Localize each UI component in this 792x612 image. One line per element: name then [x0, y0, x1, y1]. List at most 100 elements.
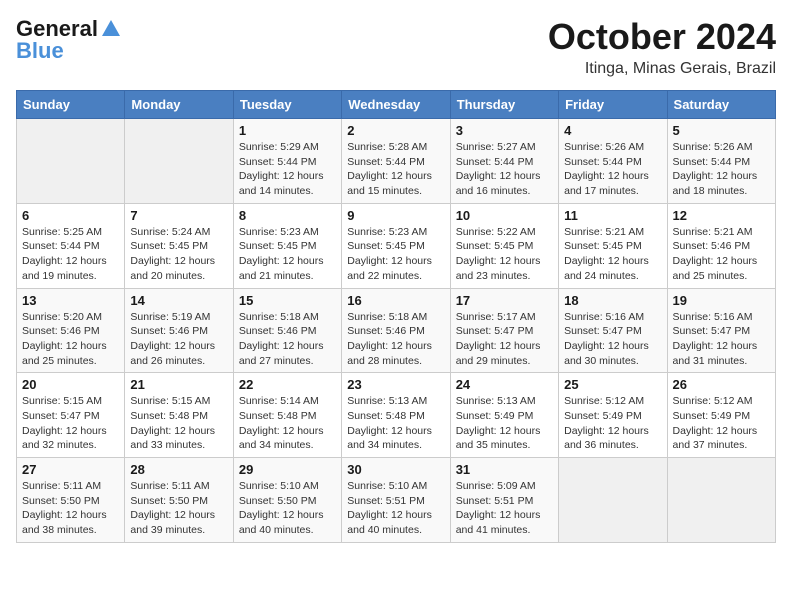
calendar-week-1: 1 Sunrise: 5:29 AMSunset: 5:44 PMDaylight…: [17, 119, 776, 204]
calendar-cell: 13 Sunrise: 5:20 AMSunset: 5:46 PMDayligh…: [17, 288, 125, 373]
logo: General Blue: [16, 16, 122, 64]
day-info: Sunrise: 5:18 AMSunset: 5:46 PMDaylight:…: [239, 310, 336, 369]
day-info: Sunrise: 5:15 AMSunset: 5:48 PMDaylight:…: [130, 394, 227, 453]
day-info: Sunrise: 5:10 AMSunset: 5:51 PMDaylight:…: [347, 479, 444, 538]
day-info: Sunrise: 5:10 AMSunset: 5:50 PMDaylight:…: [239, 479, 336, 538]
day-info: Sunrise: 5:12 AMSunset: 5:49 PMDaylight:…: [564, 394, 661, 453]
day-number: 9: [347, 208, 444, 223]
day-info: Sunrise: 5:09 AMSunset: 5:51 PMDaylight:…: [456, 479, 553, 538]
day-info: Sunrise: 5:26 AMSunset: 5:44 PMDaylight:…: [673, 140, 770, 199]
location: Itinga, Minas Gerais, Brazil: [548, 60, 776, 78]
calendar-cell: 15 Sunrise: 5:18 AMSunset: 5:46 PMDayligh…: [233, 288, 341, 373]
calendar-cell: 17 Sunrise: 5:17 AMSunset: 5:47 PMDayligh…: [450, 288, 558, 373]
day-number: 15: [239, 293, 336, 308]
calendar-week-5: 27Sunrise: 5:11 AMSunset: 5:50 PMDayligh…: [17, 458, 776, 543]
calendar-week-2: 6Sunrise: 5:25 AMSunset: 5:44 PMDaylight…: [17, 203, 776, 288]
day-info: Sunrise: 5:20 AMSunset: 5:46 PMDaylight:…: [22, 310, 119, 369]
weekday-header-wednesday: Wednesday: [342, 91, 450, 119]
calendar-cell: 7 Sunrise: 5:24 AMSunset: 5:45 PMDaylight…: [125, 203, 233, 288]
day-number: 7: [130, 208, 227, 223]
calendar-cell: 12 Sunrise: 5:21 AMSunset: 5:46 PMDayligh…: [667, 203, 775, 288]
calendar-cell: [17, 119, 125, 204]
weekday-header-saturday: Saturday: [667, 91, 775, 119]
calendar-cell: 21Sunrise: 5:15 AMSunset: 5:48 PMDayligh…: [125, 373, 233, 458]
calendar-cell: 5 Sunrise: 5:26 AMSunset: 5:44 PMDaylight…: [667, 119, 775, 204]
logo-blue: Blue: [16, 38, 64, 64]
day-number: 5: [673, 123, 770, 138]
title-block: October 2024 Itinga, Minas Gerais, Brazi…: [548, 16, 776, 78]
day-number: 16: [347, 293, 444, 308]
day-number: 25: [564, 377, 661, 392]
day-info: Sunrise: 5:23 AMSunset: 5:45 PMDaylight:…: [239, 225, 336, 284]
day-number: 8: [239, 208, 336, 223]
day-number: 10: [456, 208, 553, 223]
month-title: October 2024: [548, 16, 776, 58]
page-header: General Blue October 2024 Itinga, Minas …: [16, 16, 776, 78]
day-number: 11: [564, 208, 661, 223]
day-info: Sunrise: 5:22 AMSunset: 5:45 PMDaylight:…: [456, 225, 553, 284]
day-info: Sunrise: 5:29 AMSunset: 5:44 PMDaylight:…: [239, 140, 336, 199]
day-info: Sunrise: 5:19 AMSunset: 5:46 PMDaylight:…: [130, 310, 227, 369]
day-number: 1: [239, 123, 336, 138]
day-info: Sunrise: 5:24 AMSunset: 5:45 PMDaylight:…: [130, 225, 227, 284]
calendar-cell: 14 Sunrise: 5:19 AMSunset: 5:46 PMDayligh…: [125, 288, 233, 373]
day-info: Sunrise: 5:28 AMSunset: 5:44 PMDaylight:…: [347, 140, 444, 199]
day-info: Sunrise: 5:21 AMSunset: 5:46 PMDaylight:…: [673, 225, 770, 284]
calendar-cell: 18 Sunrise: 5:16 AMSunset: 5:47 PMDayligh…: [559, 288, 667, 373]
day-number: 2: [347, 123, 444, 138]
day-number: 23: [347, 377, 444, 392]
day-number: 31: [456, 462, 553, 477]
calendar-week-3: 13 Sunrise: 5:20 AMSunset: 5:46 PMDayligh…: [17, 288, 776, 373]
weekday-header-sunday: Sunday: [17, 91, 125, 119]
calendar-cell: 2 Sunrise: 5:28 AMSunset: 5:44 PMDaylight…: [342, 119, 450, 204]
day-info: Sunrise: 5:14 AMSunset: 5:48 PMDaylight:…: [239, 394, 336, 453]
day-number: 19: [673, 293, 770, 308]
calendar-cell: 28Sunrise: 5:11 AMSunset: 5:50 PMDayligh…: [125, 458, 233, 543]
calendar-cell: 30Sunrise: 5:10 AMSunset: 5:51 PMDayligh…: [342, 458, 450, 543]
calendar-cell: 26 Sunrise: 5:12 AMSunset: 5:49 PMDayligh…: [667, 373, 775, 458]
calendar-cell: 31 Sunrise: 5:09 AMSunset: 5:51 PMDayligh…: [450, 458, 558, 543]
weekday-header-monday: Monday: [125, 91, 233, 119]
day-info: Sunrise: 5:16 AMSunset: 5:47 PMDaylight:…: [564, 310, 661, 369]
day-number: 27: [22, 462, 119, 477]
day-number: 12: [673, 208, 770, 223]
day-number: 17: [456, 293, 553, 308]
day-info: Sunrise: 5:17 AMSunset: 5:47 PMDaylight:…: [456, 310, 553, 369]
calendar-cell: [667, 458, 775, 543]
calendar-cell: 27Sunrise: 5:11 AMSunset: 5:50 PMDayligh…: [17, 458, 125, 543]
day-number: 14: [130, 293, 227, 308]
day-number: 28: [130, 462, 227, 477]
day-number: 22: [239, 377, 336, 392]
day-info: Sunrise: 5:12 AMSunset: 5:49 PMDaylight:…: [673, 394, 770, 453]
calendar-cell: 20Sunrise: 5:15 AMSunset: 5:47 PMDayligh…: [17, 373, 125, 458]
day-number: 29: [239, 462, 336, 477]
calendar-cell: 11 Sunrise: 5:21 AMSunset: 5:45 PMDayligh…: [559, 203, 667, 288]
calendar-cell: 19 Sunrise: 5:16 AMSunset: 5:47 PMDayligh…: [667, 288, 775, 373]
day-info: Sunrise: 5:21 AMSunset: 5:45 PMDaylight:…: [564, 225, 661, 284]
calendar-week-4: 20Sunrise: 5:15 AMSunset: 5:47 PMDayligh…: [17, 373, 776, 458]
calendar-cell: 4 Sunrise: 5:26 AMSunset: 5:44 PMDaylight…: [559, 119, 667, 204]
calendar-cell: [125, 119, 233, 204]
day-info: Sunrise: 5:15 AMSunset: 5:47 PMDaylight:…: [22, 394, 119, 453]
weekday-header-row: SundayMondayTuesdayWednesdayThursdayFrid…: [17, 91, 776, 119]
day-info: Sunrise: 5:16 AMSunset: 5:47 PMDaylight:…: [673, 310, 770, 369]
calendar-cell: 1 Sunrise: 5:29 AMSunset: 5:44 PMDaylight…: [233, 119, 341, 204]
calendar-cell: [559, 458, 667, 543]
calendar-cell: 29 Sunrise: 5:10 AMSunset: 5:50 PMDayligh…: [233, 458, 341, 543]
calendar-cell: 22 Sunrise: 5:14 AMSunset: 5:48 PMDayligh…: [233, 373, 341, 458]
day-number: 4: [564, 123, 661, 138]
day-number: 24: [456, 377, 553, 392]
weekday-header-friday: Friday: [559, 91, 667, 119]
calendar-cell: 8 Sunrise: 5:23 AMSunset: 5:45 PMDaylight…: [233, 203, 341, 288]
day-info: Sunrise: 5:26 AMSunset: 5:44 PMDaylight:…: [564, 140, 661, 199]
calendar-cell: 16Sunrise: 5:18 AMSunset: 5:46 PMDayligh…: [342, 288, 450, 373]
day-number: 13: [22, 293, 119, 308]
calendar-cell: 23Sunrise: 5:13 AMSunset: 5:48 PMDayligh…: [342, 373, 450, 458]
calendar-table: SundayMondayTuesdayWednesdayThursdayFrid…: [16, 90, 776, 543]
day-number: 26: [673, 377, 770, 392]
day-info: Sunrise: 5:27 AMSunset: 5:44 PMDaylight:…: [456, 140, 553, 199]
calendar-cell: 6Sunrise: 5:25 AMSunset: 5:44 PMDaylight…: [17, 203, 125, 288]
day-number: 18: [564, 293, 661, 308]
day-info: Sunrise: 5:25 AMSunset: 5:44 PMDaylight:…: [22, 225, 119, 284]
weekday-header-thursday: Thursday: [450, 91, 558, 119]
